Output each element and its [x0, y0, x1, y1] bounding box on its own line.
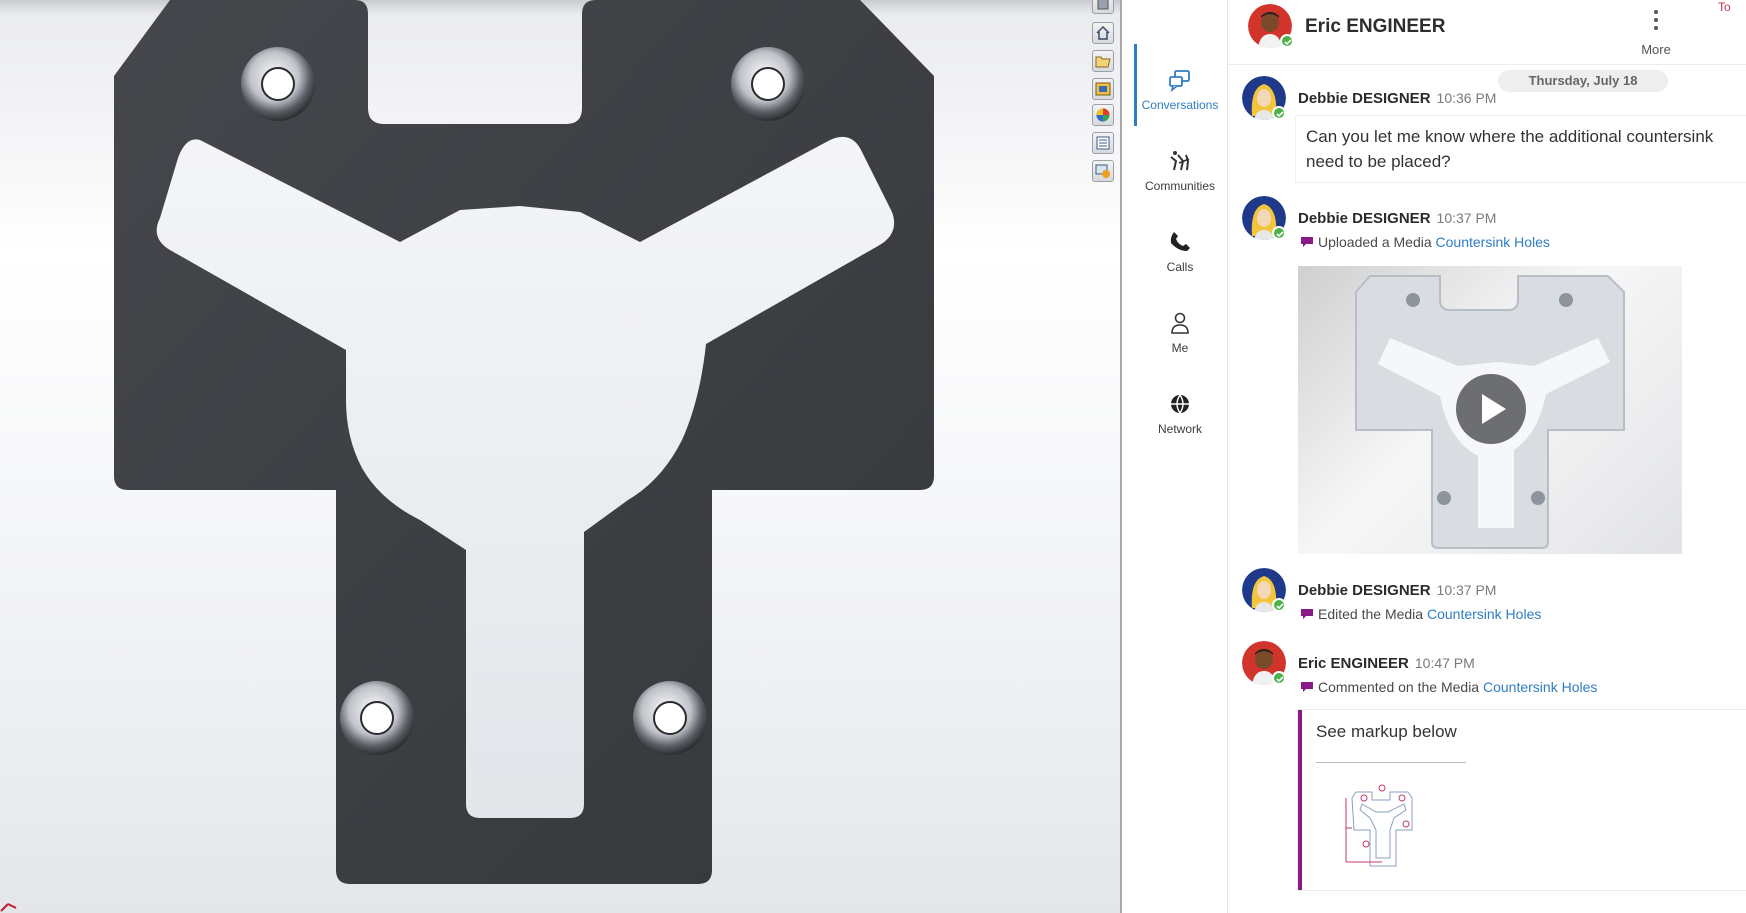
chat-header: Eric ENGINEER More To [1228, 0, 1746, 65]
author-name: Eric ENGINEER [1298, 655, 1409, 672]
nav-label: Me [1171, 341, 1189, 355]
appearances-icon[interactable] [1092, 104, 1114, 126]
user-icon [1171, 312, 1189, 334]
presence-online-icon [1272, 598, 1286, 612]
view-palette-icon[interactable] [1092, 78, 1114, 100]
author-name: Debbie DESIGNER [1298, 210, 1431, 227]
network-icon [1171, 394, 1189, 414]
media-link[interactable]: Countersink Holes [1436, 234, 1550, 250]
author-name: Debbie DESIGNER [1298, 582, 1431, 599]
nav-label: Network [1157, 422, 1202, 436]
nav-item-conversations[interactable]: Conversations [1132, 60, 1228, 132]
nav-item-calls[interactable]: Calls [1132, 222, 1228, 294]
comment-divider [1316, 762, 1466, 763]
nav-label: Conversations [1141, 98, 1219, 112]
conversations-icon [1169, 70, 1190, 92]
communities-icon [1170, 151, 1190, 171]
presence-online-icon [1272, 226, 1286, 240]
presence-online-icon [1280, 34, 1294, 48]
markup-image-thumbnail[interactable] [1342, 778, 1422, 870]
message-time: 10:37 PM [1436, 582, 1497, 598]
home-icon[interactable] [1092, 22, 1114, 44]
mounting-plate-model[interactable] [0, 0, 1120, 913]
chat-panel: Eric ENGINEER More To Thursday, July 18 … [1228, 0, 1746, 913]
cad-viewport[interactable] [0, 0, 1120, 913]
nav-active-indicator [1134, 44, 1137, 126]
countersink-hole-bottom-left [340, 681, 414, 755]
presence-online-icon [1272, 106, 1286, 120]
countersink-hole-top-left [241, 47, 315, 121]
comment-text: See markup below [1316, 722, 1457, 741]
nav-label: Calls [1166, 260, 1194, 274]
presence-online-icon [1272, 671, 1286, 685]
author-name: Debbie DESIGNER [1298, 90, 1431, 107]
message-author: Debbie DESIGNER 10:36 PM [1298, 90, 1496, 107]
message-author: Debbie DESIGNER 10:37 PM [1298, 210, 1496, 227]
nav-label: Communities [1144, 179, 1216, 193]
date-divider: Thursday, July 18 [1498, 70, 1668, 92]
3dexperience-icon[interactable] [1092, 160, 1114, 182]
countersink-hole-top-right [731, 47, 805, 121]
resources-icon[interactable] [1092, 0, 1114, 14]
message-activity: Commented on the Media Countersink Holes [1300, 679, 1597, 695]
message-author: Eric ENGINEER 10:47 PM [1298, 655, 1475, 672]
nav-item-me[interactable]: Me [1132, 303, 1228, 375]
message-activity: Edited the Media Countersink Holes [1300, 606, 1541, 622]
phone-icon [1170, 232, 1190, 251]
folder-icon[interactable] [1092, 50, 1114, 72]
activity-text: Edited the Media [1318, 606, 1424, 622]
activity-text: Uploaded a Media [1318, 234, 1432, 250]
media-link[interactable]: Countersink Holes [1483, 679, 1597, 695]
message-activity: Uploaded a Media Countersink Holes [1300, 234, 1550, 250]
play-button-icon [1456, 374, 1526, 444]
more-button[interactable]: More [1628, 2, 1684, 60]
comment-icon [1301, 682, 1313, 692]
comment-icon [1301, 237, 1313, 247]
nav-item-communities[interactable]: Communities [1132, 141, 1228, 213]
chat-nav-rail: Conversations Communities Calls Me Netwo… [1132, 0, 1228, 913]
custom-properties-icon[interactable] [1092, 132, 1114, 154]
media-video-thumbnail[interactable] [1298, 266, 1682, 554]
comment-icon [1301, 609, 1313, 619]
header-edge-text[interactable]: To [1718, 0, 1731, 14]
activity-text: Commented on the Media [1318, 679, 1480, 695]
triad-axis-icon [0, 903, 17, 912]
message-time: 10:36 PM [1436, 90, 1497, 106]
nav-item-network[interactable]: Network [1132, 384, 1228, 456]
message-bubble: Can you let me know where the additional… [1296, 116, 1746, 182]
media-link[interactable]: Countersink Holes [1427, 606, 1541, 622]
pane-gap [1122, 0, 1132, 913]
more-label: More [1641, 42, 1671, 57]
comment-card: See markup below [1298, 710, 1746, 890]
conversation-title: Eric ENGINEER [1305, 16, 1446, 37]
cad-task-pane-tabs [1088, 0, 1118, 190]
more-vertical-icon [1654, 10, 1658, 30]
message-author: Debbie DESIGNER 10:37 PM [1298, 582, 1496, 599]
message-time: 10:37 PM [1436, 210, 1497, 226]
countersink-hole-bottom-right [633, 681, 707, 755]
message-time: 10:47 PM [1414, 655, 1475, 671]
